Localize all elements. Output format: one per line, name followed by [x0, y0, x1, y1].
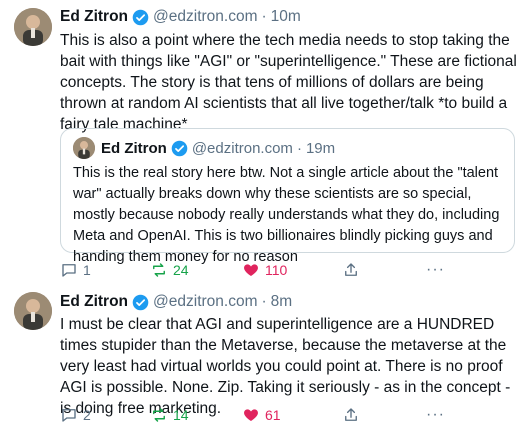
separator: · — [261, 8, 267, 25]
reply-icon — [60, 261, 83, 279]
separator: · — [296, 139, 302, 157]
repost-button[interactable]: 24 — [150, 259, 189, 281]
separator: · — [261, 293, 267, 310]
author-handle[interactable]: @edzitron.com — [153, 8, 257, 26]
avatar — [73, 137, 95, 159]
repost-count: 14 — [173, 407, 189, 423]
more-options-button[interactable]: ··· — [426, 404, 445, 426]
author-handle[interactable]: @edzitron.com — [153, 293, 257, 311]
repost-count: 24 — [173, 262, 189, 278]
repost-button[interactable]: 14 — [150, 404, 189, 426]
timestamp[interactable]: 8m — [271, 293, 293, 311]
verified-badge-icon — [132, 294, 149, 311]
heart-icon — [242, 261, 265, 279]
share-button[interactable] — [342, 404, 365, 426]
share-button[interactable] — [342, 259, 365, 281]
author-handle: @edzitron.com — [191, 139, 293, 157]
more-options-button[interactable]: ··· — [426, 259, 445, 281]
timestamp[interactable]: 10m — [271, 8, 301, 26]
more-icon: ··· — [426, 261, 445, 278]
more-icon: ··· — [426, 406, 445, 423]
repost-icon — [150, 406, 173, 424]
author-name[interactable]: Ed Zitron — [60, 8, 128, 26]
reply-button[interactable]: 1 — [60, 259, 91, 281]
like-button[interactable]: 110 — [242, 259, 287, 281]
share-icon — [342, 406, 365, 424]
post-text: This is also a point where the tech medi… — [60, 32, 517, 133]
post-header: Ed Zitron @edzitron.com · 10m — [60, 6, 301, 28]
post-actions: 1 24 110 ··· — [60, 259, 520, 281]
like-count: 61 — [265, 407, 281, 423]
reply-button[interactable]: 2 — [60, 404, 91, 426]
post-actions: 2 14 61 ··· — [60, 404, 520, 426]
author-name[interactable]: Ed Zitron — [60, 293, 128, 311]
like-button[interactable]: 61 — [242, 404, 281, 426]
heart-icon — [242, 406, 265, 424]
repost-icon — [150, 261, 173, 279]
avatar[interactable] — [14, 8, 52, 46]
timestamp: 19m — [305, 139, 336, 157]
share-icon — [342, 261, 365, 279]
avatar[interactable] — [14, 292, 52, 330]
reply-icon — [60, 406, 83, 424]
reply-count: 2 — [83, 407, 91, 423]
quoted-post-header: Ed Zitron @edzitron.com · 19m — [101, 137, 335, 159]
verified-badge-icon — [171, 140, 188, 157]
verified-badge-icon — [132, 9, 149, 26]
quoted-post-text: This is the real story here btw. Not a s… — [73, 165, 500, 265]
quoted-post[interactable]: Ed Zitron @edzitron.com · 19m This is th… — [60, 128, 515, 265]
reply-count: 1 — [83, 262, 91, 278]
like-count: 110 — [265, 262, 288, 278]
author-name: Ed Zitron — [101, 139, 167, 157]
post-header: Ed Zitron @edzitron.com · 8m — [60, 291, 292, 313]
